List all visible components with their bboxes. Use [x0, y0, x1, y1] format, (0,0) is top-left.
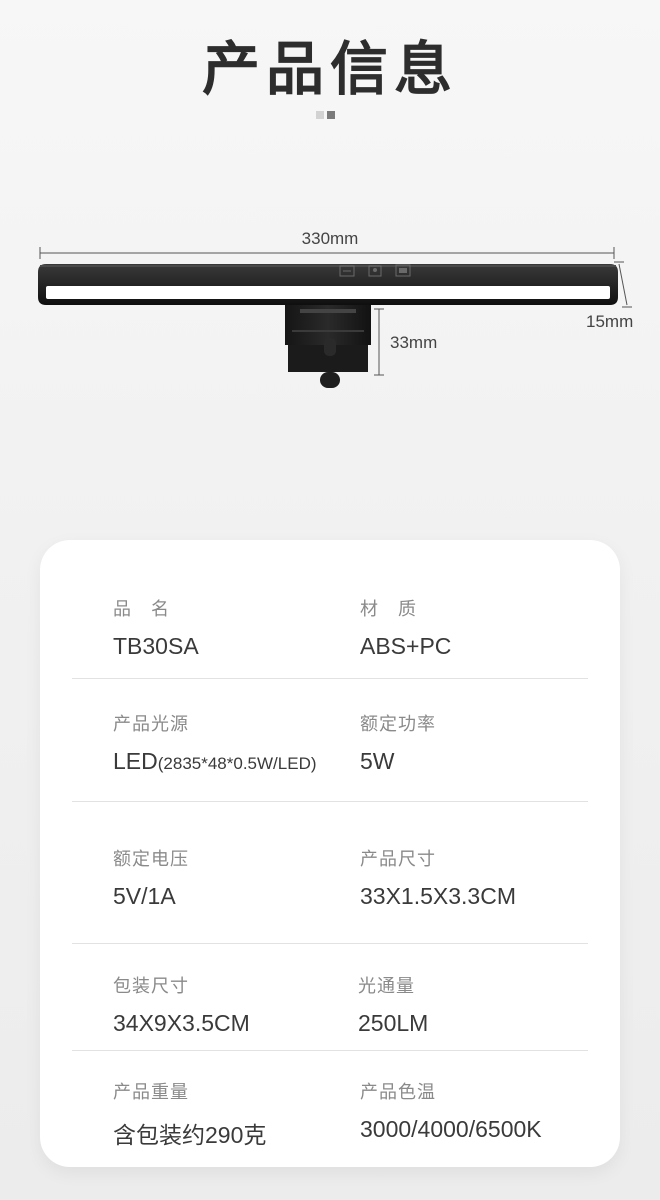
spec-label: 额定电压 — [113, 849, 189, 869]
width-dimension-label: 330mm — [301, 229, 359, 248]
spec-label: 包装尺寸 — [113, 976, 189, 996]
spec-value: 5V/1A — [113, 883, 176, 909]
spec-label: 产品光源 — [113, 714, 189, 734]
spec-package-size: 包装尺寸 34X9X3.5CM — [113, 972, 250, 1037]
spec-label: 产品色温 — [360, 1082, 436, 1102]
depth-dimension-label: 15mm — [586, 312, 634, 331]
spec-label: 光通量 — [358, 976, 415, 996]
divider — [72, 678, 588, 679]
spec-value: LED(2835*48*0.5W/LED) — [113, 748, 317, 775]
spec-rated-power: 额定功率 5W — [360, 710, 436, 775]
divider — [72, 801, 588, 802]
divider — [72, 943, 588, 944]
light-bar — [38, 264, 618, 305]
spec-product-size: 产品尺寸 33X1.5X3.3CM — [360, 845, 516, 910]
spec-value: 250LM — [358, 1010, 429, 1036]
spec-label: 材 质 — [360, 599, 417, 619]
spec-card: 品 名 TB30SA 材 质 ABS+PC 产品光源 LED(2835*48*0… — [40, 540, 620, 1167]
spec-light-source: 产品光源 LED(2835*48*0.5W/LED) — [113, 710, 317, 775]
spec-rated-voltage: 额定电压 5V/1A — [113, 845, 189, 910]
monitor-clamp — [285, 305, 371, 388]
spec-color-temperature: 产品色温 3000/4000/6500K — [360, 1078, 542, 1143]
spec-value: ABS+PC — [360, 633, 452, 659]
spec-value: TB30SA — [113, 633, 199, 659]
spec-label: 额定功率 — [360, 714, 436, 734]
spec-value: 含包装约290克 — [113, 1122, 267, 1148]
spec-label: 品 名 — [113, 599, 170, 619]
divider — [72, 1050, 588, 1051]
spec-value: 33X1.5X3.3CM — [360, 883, 516, 909]
spec-value: 34X9X3.5CM — [113, 1010, 250, 1036]
spec-product-weight: 产品重量 含包装约290克 — [113, 1078, 266, 1150]
spec-label: 产品重量 — [113, 1082, 189, 1102]
spec-value-sub: (2835*48*0.5W/LED) — [157, 754, 317, 773]
light-strip — [46, 286, 610, 299]
spec-product-name: 品 名 TB30SA — [113, 595, 199, 660]
spec-value-main: LED — [113, 748, 158, 774]
lamp-illustration — [38, 247, 632, 388]
height-dimension-line — [374, 308, 384, 376]
spec-value: 5W — [360, 748, 395, 774]
spec-material: 材 质 ABS+PC — [360, 595, 451, 660]
spec-value: 3000/4000/6500K — [360, 1116, 542, 1142]
spec-label: 产品尺寸 — [360, 849, 436, 869]
height-dimension-label: 33mm — [390, 333, 438, 352]
spec-luminous-flux: 光通量 250LM — [358, 972, 428, 1037]
